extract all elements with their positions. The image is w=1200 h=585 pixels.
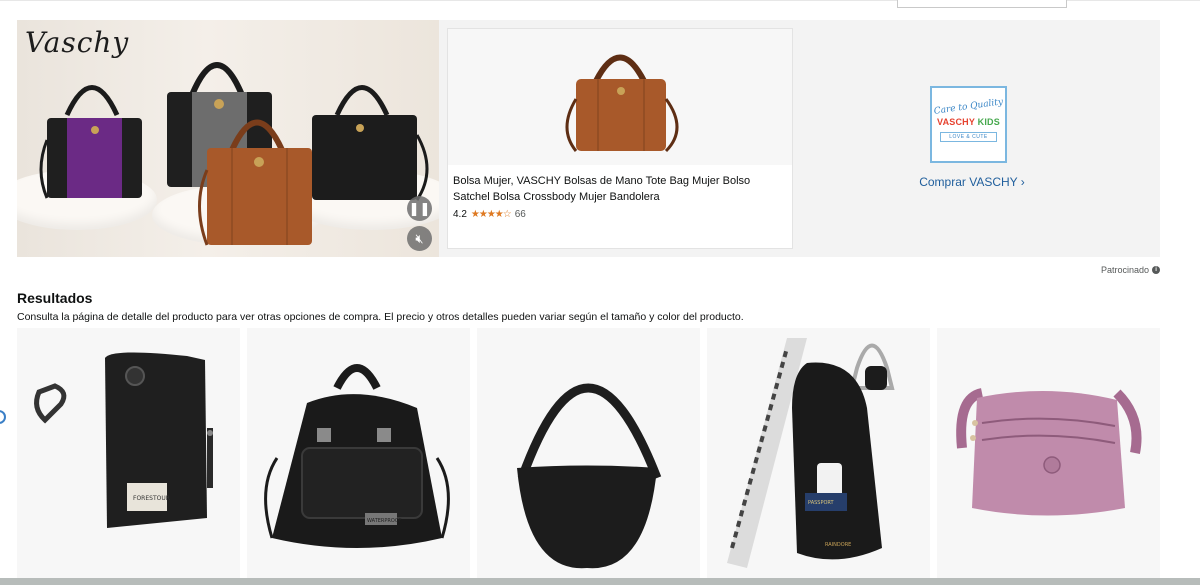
- svg-text:PASSPORT: PASSPORT: [808, 500, 835, 506]
- info-icon[interactable]: i: [1152, 266, 1161, 274]
- black-half-moon-bag-image: [517, 383, 662, 569]
- black-nylon-tote-bag-image: WATERPROOF: [264, 364, 450, 548]
- results-heading: Resultados: [17, 290, 93, 306]
- review-count[interactable]: 66: [515, 209, 526, 220]
- sponsored-label[interactable]: Patrocinado i: [1101, 265, 1161, 275]
- bottom-status-bar: [0, 578, 1200, 585]
- brown-handbag-image: [565, 54, 679, 153]
- rating-row[interactable]: 4.2 ★★★★☆ 66: [453, 209, 526, 220]
- vaschy-kids-logo[interactable]: Care to Quality VASCHY KIDS LOVE & CUTE: [930, 86, 1007, 163]
- handbags-image: [39, 62, 429, 246]
- results-grid: FORESTOUR WATERPROOF PASSPORT RAINDORE: [17, 328, 1160, 580]
- pause-icon: ❚❚: [408, 200, 431, 216]
- featured-product-image[interactable]: [448, 29, 792, 165]
- black-sling-chest-bag-image: PASSPORT RAINDORE: [727, 338, 895, 568]
- results-subheading: Consulta la página de detalle del produc…: [17, 311, 744, 323]
- pink-multi-pocket-crossbody-bag-image: [956, 388, 1142, 516]
- featured-product-title[interactable]: Bolsa Mujer, VASCHY Bolsas de Mano Tote …: [453, 173, 789, 205]
- result-card-3[interactable]: [477, 328, 700, 580]
- speaker-muted-icon: 🔇︎: [415, 230, 424, 246]
- star-rating-icon[interactable]: ★★★★☆: [471, 209, 512, 220]
- rating-value: 4.2: [453, 209, 467, 220]
- result-card-4[interactable]: PASSPORT RAINDORE: [707, 328, 930, 580]
- shop-brand-link[interactable]: Comprar VASCHY ›: [917, 175, 1027, 189]
- featured-product-card[interactable]: Bolsa Mujer, VASCHY Bolsas de Mano Tote …: [447, 28, 793, 249]
- svg-text:WATERPROOF: WATERPROOF: [367, 518, 402, 524]
- result-card-1[interactable]: FORESTOUR: [17, 328, 240, 580]
- svg-text:RAINDORE: RAINDORE: [825, 542, 851, 548]
- result-card-2[interactable]: WATERPROOF: [247, 328, 470, 580]
- result-card-5[interactable]: [937, 328, 1160, 580]
- hero-video[interactable]: Vaschy ❚❚ 🔇︎: [17, 20, 439, 257]
- black-phone-crossbody-bag-image: FORESTOUR: [34, 352, 213, 528]
- side-scroll-indicator[interactable]: [0, 410, 6, 424]
- mute-button[interactable]: 🔇︎: [407, 226, 432, 251]
- header-search-field-edge[interactable]: [897, 0, 1067, 8]
- pause-button[interactable]: ❚❚: [407, 196, 432, 221]
- sponsored-brand-banner: Vaschy ❚❚ 🔇︎ Bolsa Mujer, VASCHY Bolsas …: [17, 20, 1160, 257]
- svg-text:FORESTOUR: FORESTOUR: [133, 495, 170, 502]
